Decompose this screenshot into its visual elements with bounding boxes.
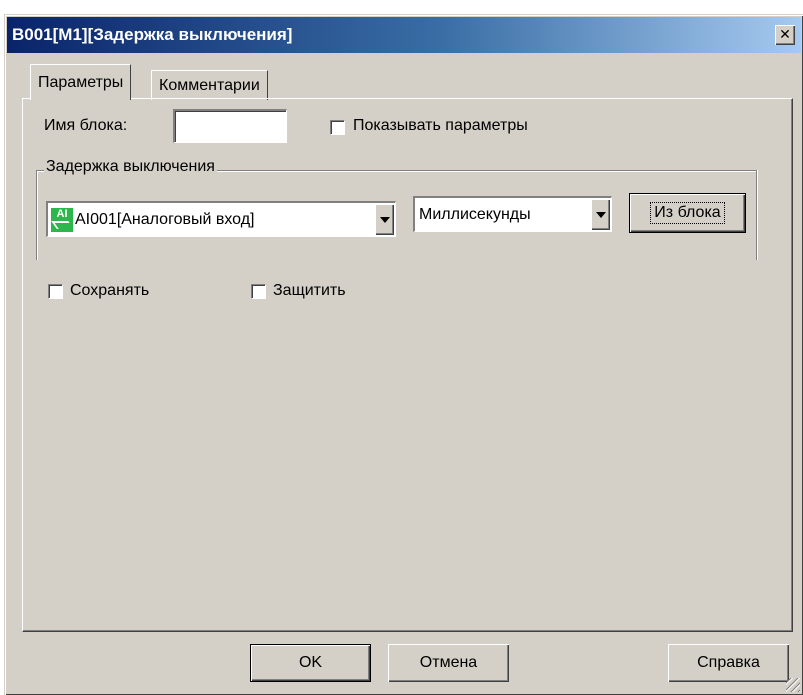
retain-checkbox[interactable] [48, 284, 63, 299]
protect-label: Защитить [273, 282, 346, 299]
window-title: B001[M1][Задержка выключения] [12, 25, 293, 44]
unit-select-value: Миллисекунды [419, 205, 531, 223]
title-bar[interactable]: B001[M1][Задержка выключения] ✕ [7, 17, 801, 53]
unit-dropdown-button[interactable] [591, 199, 610, 230]
chevron-down-icon [595, 211, 606, 218]
show-params-checkbox[interactable] [330, 120, 345, 135]
tab-comments[interactable]: Комментарии [151, 70, 268, 100]
source-select[interactable]: AI AI001[Аналоговый вход] [46, 201, 396, 237]
retain-label: Сохранять [70, 282, 150, 299]
help-button[interactable]: Справка [668, 644, 789, 682]
group-border-right [756, 170, 758, 260]
resize-grip-icon[interactable] [786, 678, 800, 692]
close-icon: ✕ [779, 27, 791, 43]
tab-comments-label: Комментарии [159, 76, 260, 94]
source-dropdown-button[interactable] [375, 204, 394, 235]
from-block-button[interactable]: Из блока [629, 193, 746, 233]
source-select-value: AI001[Аналоговый вход] [75, 210, 255, 228]
tab-parameters-label: Параметры [38, 73, 124, 91]
cancel-button[interactable]: Отмена [388, 644, 509, 682]
analog-input-icon: AI [51, 207, 73, 232]
block-name-input[interactable] [173, 109, 287, 143]
off-delay-group-title: Задержка выключения [44, 158, 217, 176]
unit-select[interactable]: Миллисекунды [413, 196, 612, 232]
ok-button[interactable]: OK [250, 644, 371, 682]
tab-parameters[interactable]: Параметры [30, 64, 132, 100]
chevron-down-icon [379, 216, 390, 223]
close-button[interactable]: ✕ [775, 25, 795, 45]
block-name-label: Имя блока: [44, 117, 128, 134]
show-params-label: Показывать параметры [353, 117, 528, 134]
protect-checkbox[interactable] [251, 284, 266, 299]
